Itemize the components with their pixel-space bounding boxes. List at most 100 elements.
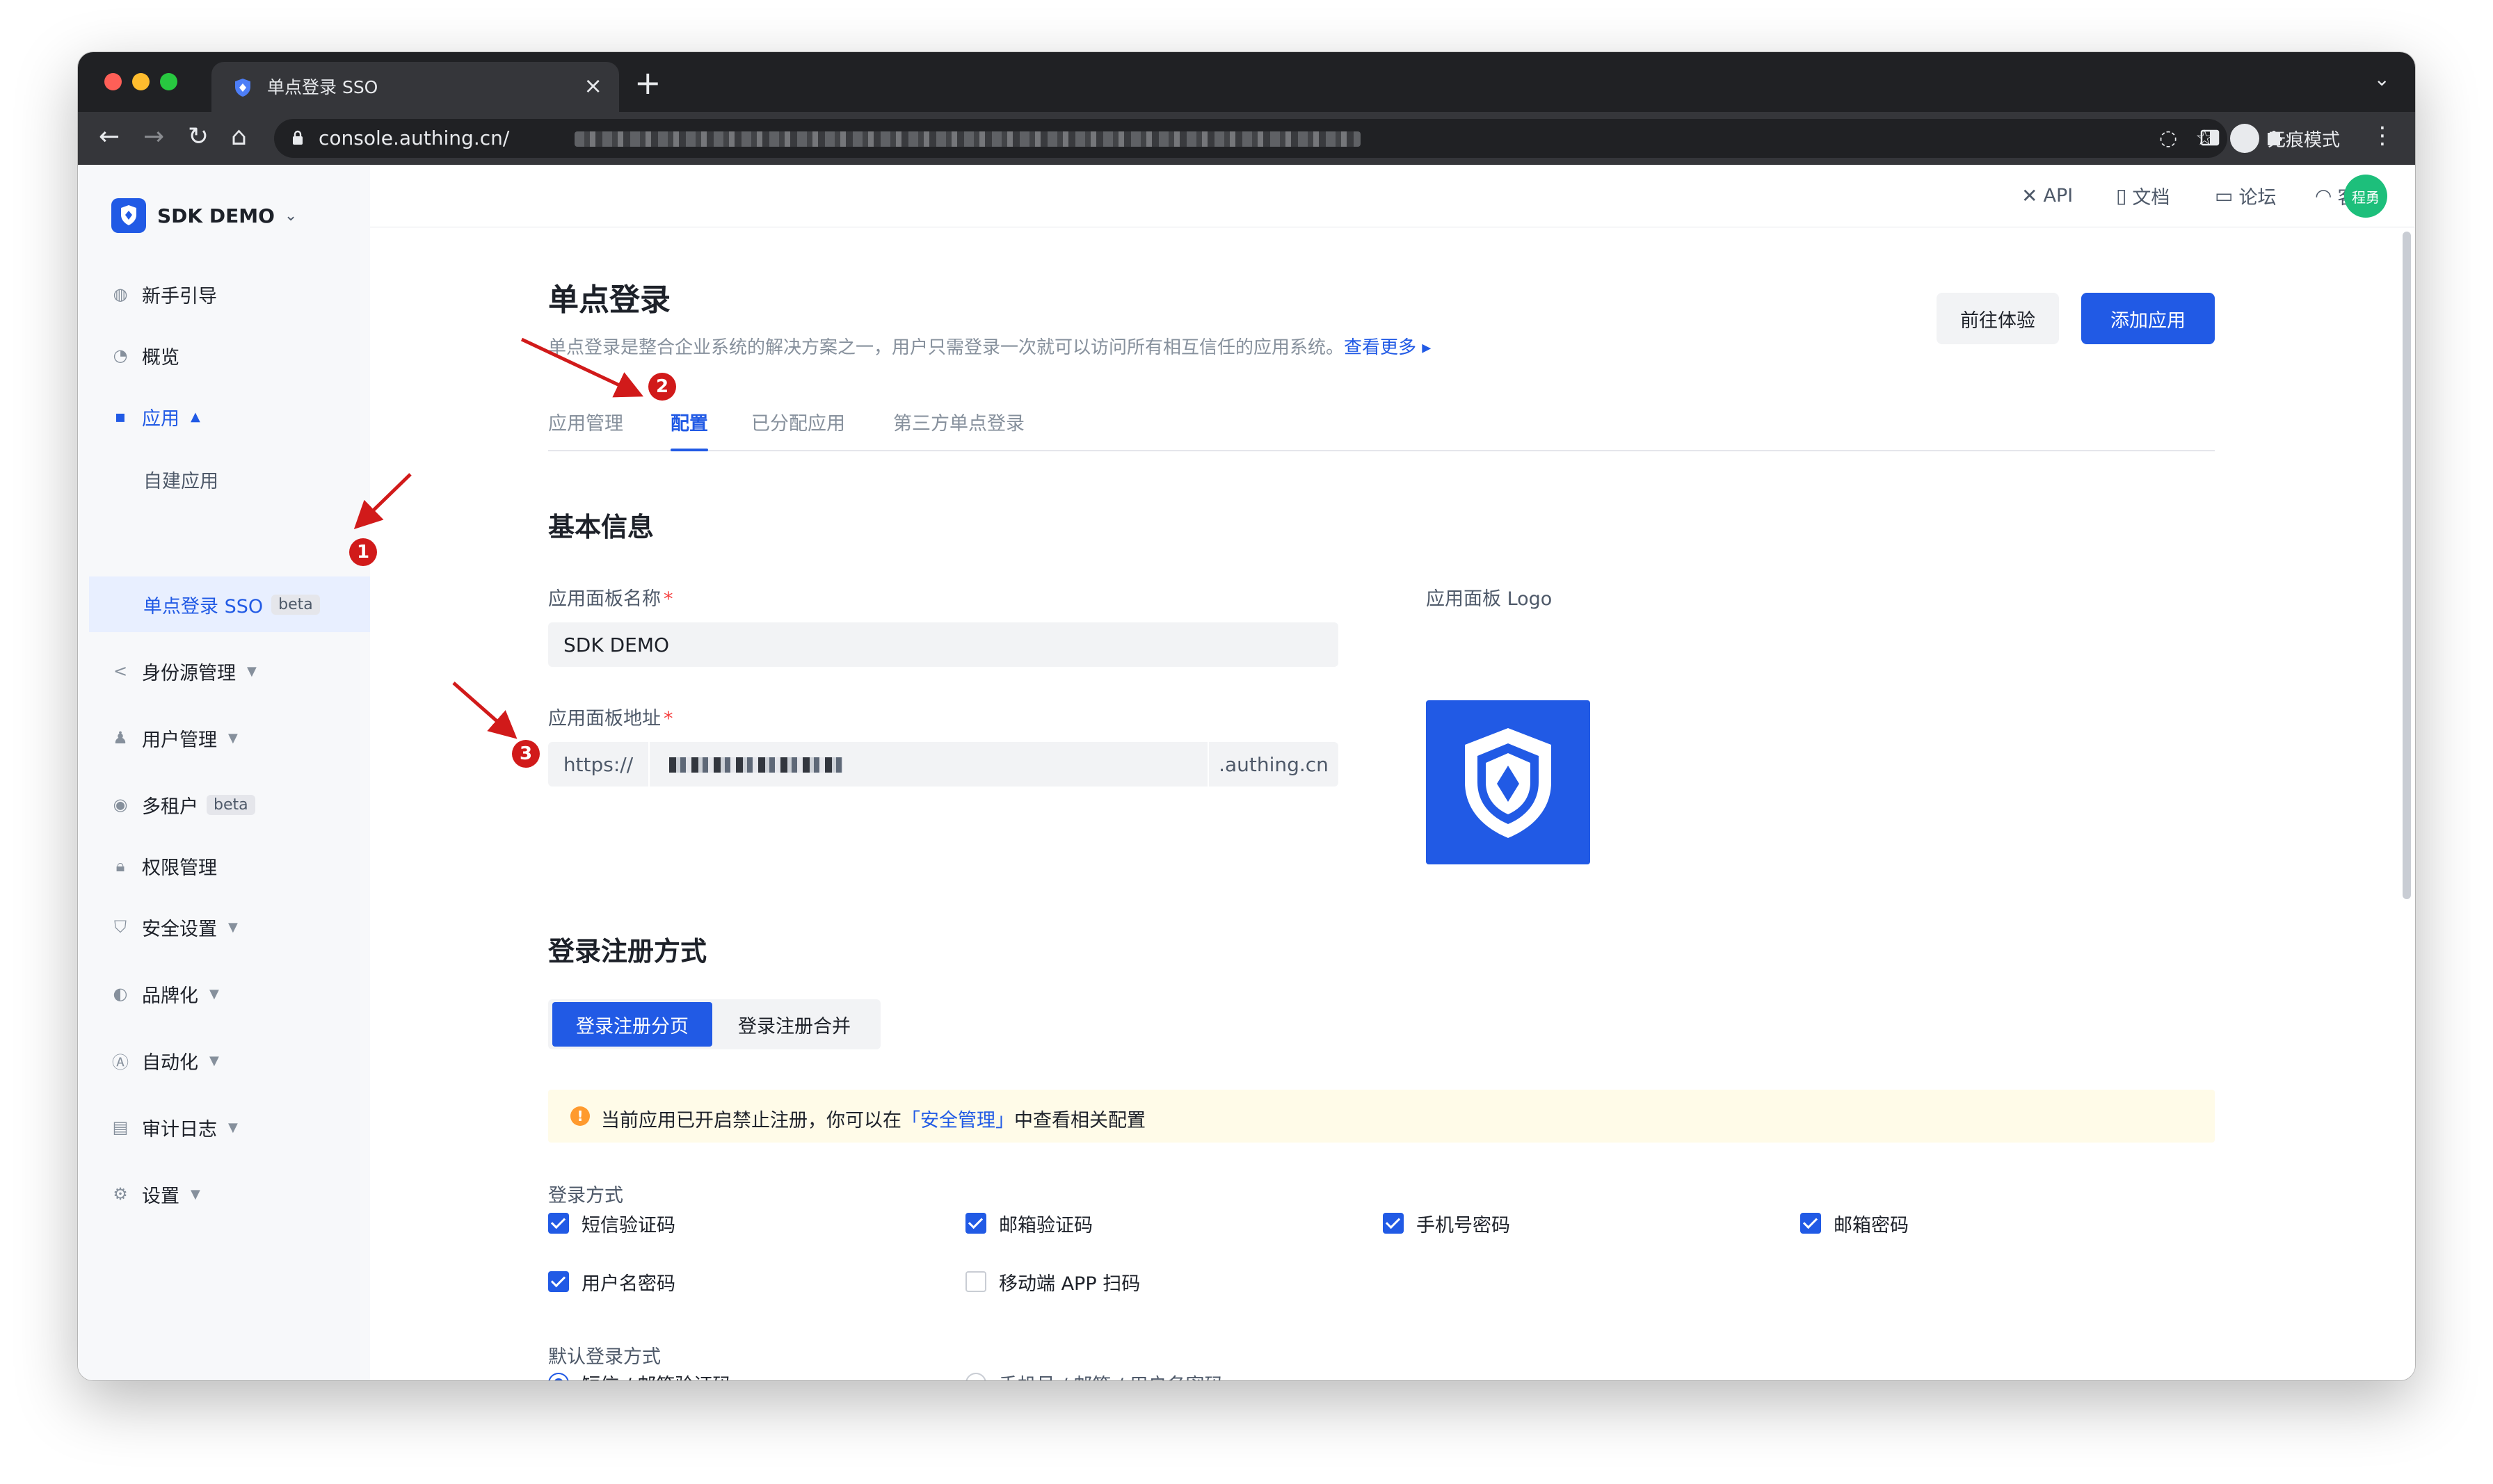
maximize-window-button[interactable] [160,73,177,90]
home-icon[interactable]: ⌂ [231,123,247,151]
back-icon[interactable]: ← [99,123,120,151]
login-method-phone-password[interactable]: 手机号密码 [1383,1209,1510,1237]
incognito-indicator[interactable]: 无痕模式 [2230,120,2340,156]
panel-name-input[interactable]: SDK DEMO [548,622,1338,667]
option-label: 邮箱验证码 [999,1214,1093,1236]
radio-unselected[interactable] [965,1373,986,1380]
panel-logo-label: 应用面板 Logo [1426,588,1553,610]
add-app-button[interactable]: 添加应用 [2081,293,2215,344]
reload-icon[interactable]: ↻ [188,123,209,151]
section-basic-info: 基本信息 [548,512,655,542]
sidebar-item-settings[interactable]: ⚙ 设置 ▼ [111,1175,200,1213]
address-subdomain-input[interactable] [669,757,843,773]
forum-link-label: 论坛 [2238,186,2277,209]
sidebar-subitem-label: 单点登录 SSO [143,595,264,618]
sidebar-item-security[interactable]: ⛉ 安全设置 ▼ [111,908,238,946]
tab-third-party-sso[interactable]: 第三方单点登录 [893,408,1025,450]
lock-icon [293,130,303,145]
app-name: SDK DEMO [157,204,275,227]
checkbox-checked[interactable] [1383,1213,1404,1234]
sidebar-item-permissions[interactable]: 🔒︎ 权限管理 [111,846,217,885]
sidebar-item-label: 应用 [142,408,179,430]
security-management-link[interactable]: 「安全管理」 [901,1110,1014,1131]
globe-icon: ◉ [113,795,128,814]
sidebar-item-identity-sources[interactable]: < 身份源管理 ▼ [111,652,257,691]
lock-icon: 🔒︎ [115,856,125,876]
browser-tab-active[interactable]: 单点登录 SSO × [211,62,619,112]
sidebar-item-onboarding[interactable]: ◍ 新手引导 [111,275,217,314]
sidebar-item-audit-log[interactable]: ▤ 审计日志 ▼ [111,1108,238,1147]
login-method-sms-code[interactable]: 短信验证码 [548,1209,675,1237]
users-icon: ♟ [113,728,128,748]
close-window-button[interactable] [104,73,122,90]
beta-badge: beta [271,594,320,615]
sidebar-item-overview[interactable]: ◔ 概览 [111,336,179,375]
login-method-email-code[interactable]: 邮箱验证码 [965,1209,1093,1237]
docs-link[interactable]: ▯ 文档 [2116,180,2170,211]
tools-icon: ✕ [2021,184,2038,207]
forward-icon[interactable]: → [143,123,164,151]
incognito-icon [2230,124,2259,153]
address-bar[interactable]: console.authing.cn/ ◌ ☆ [274,119,2227,158]
segment-merged[interactable]: 登录注册合并 [712,1002,876,1047]
warning-icon: ! [570,1106,590,1126]
radio-selected[interactable] [548,1373,569,1380]
new-tab-icon[interactable]: + [634,65,662,101]
sidebar-item-applications[interactable]: ▪ 应用 ▲ [111,397,200,436]
sidebar-item-multi-tenant[interactable]: ◉ 多租户 beta [111,785,255,824]
forum-link[interactable]: ▭ 论坛 [2215,180,2276,211]
alert-text-prefix: 当前应用已开启禁止注册，你可以在 [601,1110,901,1131]
sidebar-subitem-custom-apps[interactable]: 自建应用 [143,460,218,499]
learn-more-link[interactable]: 查看更多 ▸ [1344,337,1431,358]
checkbox-unchecked[interactable] [965,1271,986,1292]
more-vertical-icon[interactable]: ⋮ [2371,122,2394,150]
message-icon: ▭ [2215,184,2234,207]
scrollbar[interactable] [2400,227,2412,1380]
register-disabled-alert: ! 当前应用已开启禁止注册，你可以在「安全管理」中查看相关配置 [548,1090,2215,1143]
chevron-down-icon: ⌄ [284,207,298,225]
automation-icon: Ⓐ [112,1052,129,1072]
beta-badge: beta [207,794,255,815]
avatar[interactable]: 程勇 [2344,175,2387,218]
scrollbar-thumb[interactable] [2403,232,2411,899]
login-method-app-qrcode[interactable]: 移动端 APP 扫码 [965,1268,1140,1296]
sidebar-item-label: 概览 [142,346,179,369]
sidebar-item-automation[interactable]: Ⓐ 自动化 ▼ [111,1041,219,1080]
minimize-window-button[interactable] [132,73,150,90]
default-login-password[interactable]: 手机号 / 邮箱 / 用户名密码 [965,1369,1224,1380]
segment-separate-pages[interactable]: 登录注册分页 [552,1002,712,1047]
chevron-down-icon: ▼ [209,986,219,1001]
default-login-sms-email-code[interactable]: 短信 / 邮箱验证码 [548,1369,731,1380]
sidebar-item-branding[interactable]: ◐ 品牌化 ▼ [111,974,219,1013]
login-method-email-password[interactable]: 邮箱密码 [1800,1209,1909,1237]
tab-assigned-apps[interactable]: 已分配应用 [751,408,845,450]
panel-address-label-text: 应用面板地址 [548,708,661,729]
sidebar-item-users[interactable]: ♟ 用户管理 ▼ [111,718,238,757]
checkbox-checked[interactable] [965,1213,986,1234]
address-suffix: .authing.cn [1208,742,1338,787]
tab-app-management[interactable]: 应用管理 [548,408,623,450]
app-switcher[interactable]: SDK DEMO ⌄ [111,198,297,233]
checkbox-checked[interactable] [548,1213,569,1234]
compass-icon: ◍ [113,284,128,304]
close-icon[interactable]: × [584,73,602,98]
login-method-username-password[interactable]: 用户名密码 [548,1268,675,1296]
side-panel-icon[interactable] [2199,127,2220,148]
chevron-down-icon: ▼ [191,1186,200,1202]
eye-off-icon[interactable]: ◌ [2159,126,2177,151]
option-label: 短信验证码 [582,1214,675,1236]
chevron-down-icon[interactable]: ⌄ [2374,67,2390,90]
checkbox-checked[interactable] [1800,1213,1821,1234]
panel-logo-upload[interactable] [1426,700,1590,864]
document-icon: ▤ [112,1118,129,1137]
option-label: 移动端 APP 扫码 [999,1273,1141,1295]
api-link[interactable]: ✕ API [2021,180,2073,211]
incognito-label: 无痕模式 [2268,129,2341,151]
try-button[interactable]: 前往体验 [1937,293,2059,344]
checkbox-checked[interactable] [548,1271,569,1292]
sidebar-subitem-sso[interactable]: 单点登录 SSO beta [143,585,320,624]
option-label: 手机号密码 [1416,1214,1510,1236]
tab-config[interactable]: 配置 [671,408,708,451]
shield-logo-icon [1465,728,1551,838]
sidebar-item-label: 权限管理 [142,857,217,879]
